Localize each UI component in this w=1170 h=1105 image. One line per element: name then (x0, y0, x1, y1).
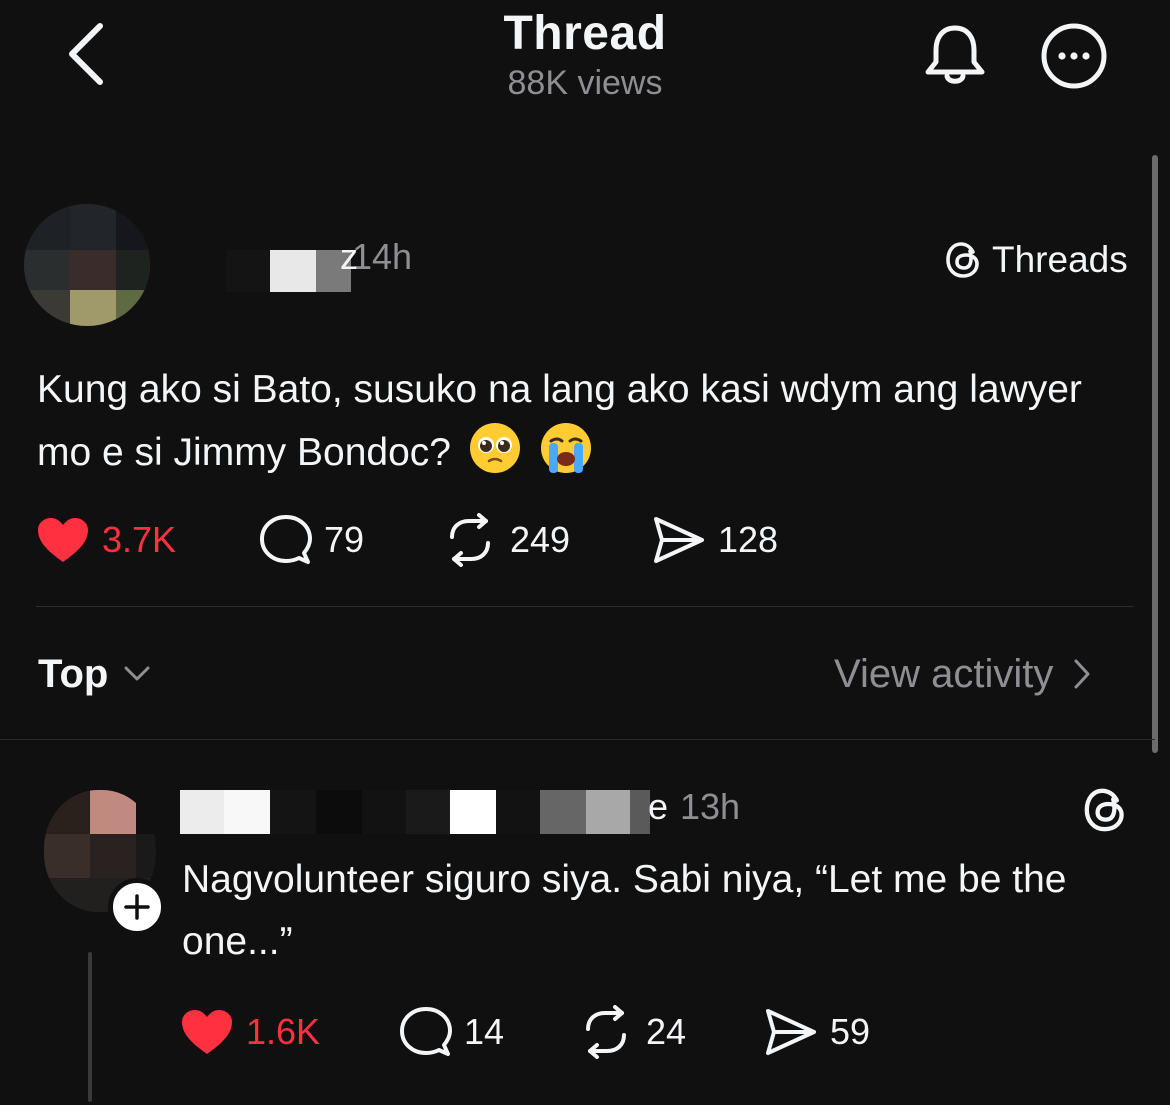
scrollbar[interactable] (1152, 155, 1158, 753)
view-count: 88K views (507, 64, 663, 102)
heart-filled-icon (38, 518, 88, 562)
send-icon (766, 1009, 816, 1055)
thread-connector-line (88, 952, 92, 1102)
username-redacted[interactable] (226, 250, 351, 292)
send-icon (654, 517, 704, 563)
like-count: 3.7K (102, 519, 177, 560)
view-activity-link[interactable]: View activity (834, 646, 1091, 702)
notifications-button[interactable] (920, 20, 990, 90)
reply-repost-button[interactable]: 24 (578, 1004, 686, 1060)
reply-button[interactable]: 79 (258, 512, 364, 568)
repost-button[interactable]: 249 (442, 512, 570, 568)
chevron-down-icon (124, 666, 150, 681)
reply-comment-button[interactable]: 14 (398, 1004, 504, 1060)
comment-icon (260, 515, 312, 564)
reply-username-redacted[interactable] (180, 790, 660, 834)
loudly-crying-face-emoji (540, 423, 591, 473)
page-title: Thread (503, 7, 667, 60)
divider (36, 606, 1134, 607)
reply-repost-count: 24 (646, 1011, 687, 1052)
threads-source-badge[interactable]: Threads (944, 238, 1128, 282)
repost-icon (586, 1005, 626, 1059)
threads-logo-icon (1084, 788, 1124, 832)
pleading-face-emoji (469, 423, 520, 473)
section-divider (0, 739, 1155, 740)
reply-comment-count: 14 (464, 1011, 505, 1052)
reply-like-button[interactable]: 1.6K (180, 1004, 320, 1060)
avatar[interactable] (24, 204, 150, 326)
like-button[interactable]: 3.7K (36, 512, 176, 568)
more-horizontal-icon (1041, 23, 1107, 89)
share-count: 128 (718, 519, 779, 560)
username-fragment[interactable]: z (340, 236, 358, 278)
sort-dropdown[interactable]: Top (38, 646, 150, 702)
reply-share-count: 59 (830, 1011, 871, 1052)
heart-filled-icon (182, 1010, 232, 1054)
threads-badge-label: Threads (992, 239, 1128, 280)
repost-icon (450, 513, 490, 567)
plus-icon (124, 894, 150, 920)
view-activity-label: View activity (834, 651, 1054, 696)
repost-count: 249 (510, 519, 571, 560)
threads-source-link[interactable] (1082, 786, 1130, 834)
reply-time-label: 13h (680, 786, 741, 827)
follow-button[interactable] (108, 878, 166, 936)
post-body: Kung ako si Bato, susuko na lang ako kas… (37, 359, 1127, 484)
reply-count: 79 (324, 519, 365, 560)
comment-icon (400, 1007, 452, 1056)
reply-share-button[interactable]: 59 (764, 1004, 870, 1060)
bell-icon (925, 25, 985, 84)
threads-logo-icon (946, 242, 979, 278)
reply-username-fragment[interactable]: e (648, 786, 668, 828)
sort-label: Top (38, 651, 109, 696)
share-button[interactable]: 128 (652, 512, 778, 568)
reply-like-count: 1.6K (246, 1011, 321, 1052)
chevron-right-icon (1074, 659, 1090, 689)
reply-body: Nagvolunteer siguro siya. Sabi niya, “Le… (182, 858, 1067, 963)
post-time: 14h (352, 236, 413, 277)
more-options-button[interactable] (1038, 20, 1110, 92)
